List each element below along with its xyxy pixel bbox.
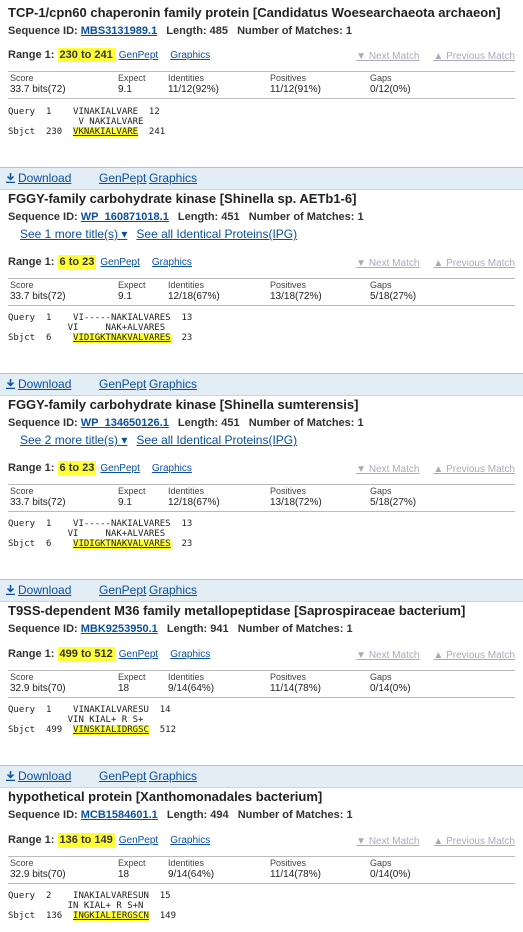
download-icon [6, 173, 15, 183]
range-line: Range 1: 499 to 512 GenPept Graphics [8, 647, 211, 661]
sequence-id-link[interactable]: MCB1584601.1 [81, 809, 158, 821]
sequence-id-link[interactable]: MBK9253950.1 [81, 623, 158, 635]
sequence-id-link[interactable]: WP_160871018.1 [81, 211, 169, 223]
more-titles-line: See 1 more title(s) ▾ See all Identical P… [20, 227, 297, 241]
next-match-link[interactable]: ▼ Next Match [356, 464, 419, 475]
range-line: Range 1: 230 to 241 GenPept Graphics [8, 48, 211, 62]
next-match-link[interactable]: ▼ Next Match [356, 650, 419, 661]
download-link[interactable]: Download [6, 377, 71, 391]
previous-match-link[interactable]: ▲ Previous Match [433, 464, 515, 475]
sequence-id-link[interactable]: MBS3131989.1 [81, 25, 157, 37]
hit-toolbar: Download GenPept Graphics [0, 579, 523, 602]
stats-table: Score Expect Identities Positives Gaps 3… [8, 484, 515, 512]
sequence-info: Sequence ID: WP_160871018.1 Length: 451 … [8, 211, 364, 223]
range-link[interactable]: 230 to 241 [57, 48, 115, 62]
previous-match-link[interactable]: ▲ Previous Match [433, 51, 515, 62]
genpept-link[interactable]: GenPept [99, 171, 146, 185]
range-link[interactable]: 499 to 512 [57, 647, 115, 661]
genpept-link[interactable]: GenPept [99, 583, 146, 597]
stats-table: Score Expect Identities Positives Gaps 3… [8, 856, 515, 884]
alignment: Query 2 INAKIALVARESUN 15 IN KIAL+ R S+N… [8, 891, 177, 921]
blast-results-page: TCP-1/cpn60 chaperonin family protein [C… [0, 0, 523, 932]
download-icon [6, 771, 15, 781]
genpept-link[interactable]: GenPept [99, 377, 146, 391]
next-match-link[interactable]: ▼ Next Match [356, 51, 419, 62]
range-link[interactable]: 136 to 149 [57, 833, 115, 847]
range-link[interactable]: 6 to 23 [57, 461, 97, 475]
hit-toolbar: Download GenPept Graphics [0, 373, 523, 396]
next-match-link[interactable]: ▼ Next Match [356, 258, 419, 269]
hit-title: hypothetical protein [Xanthomonadales ba… [8, 789, 323, 804]
match-nav: ▼ Next Match ▲ Previous Match [342, 464, 515, 475]
sequence-info: Sequence ID: MBS3131989.1 Length: 485 Nu… [8, 25, 353, 37]
graphics-link[interactable]: Graphics [170, 50, 210, 61]
hit-toolbar: Download GenPept Graphics [0, 765, 523, 788]
more-titles-link[interactable]: See 1 more title(s) ▾ [20, 227, 127, 241]
sequence-info: Sequence ID: MBK9253950.1 Length: 941 Nu… [8, 623, 353, 635]
identical-proteins-link[interactable]: See all Identical Proteins(IPG) [136, 433, 297, 447]
match-nav: ▼ Next Match ▲ Previous Match [342, 650, 515, 661]
stats-table: Score Expect Identities Positives Gaps 3… [8, 278, 515, 306]
next-match-link[interactable]: ▼ Next Match [356, 836, 419, 847]
match-nav: ▼ Next Match ▲ Previous Match [342, 51, 515, 62]
more-titles-link[interactable]: See 2 more title(s) ▾ [20, 433, 127, 447]
genpept-link[interactable]: GenPept [119, 835, 158, 846]
genpept-link[interactable]: GenPept [100, 463, 139, 474]
genpept-link[interactable]: GenPept [119, 649, 158, 660]
download-icon [6, 379, 15, 389]
download-link[interactable]: Download [6, 171, 71, 185]
graphics-link[interactable]: Graphics [170, 835, 210, 846]
match-nav: ▼ Next Match ▲ Previous Match [342, 258, 515, 269]
graphics-link[interactable]: Graphics [152, 463, 192, 474]
hit-title: FGGY-family carbohydrate kinase [Shinell… [8, 191, 357, 206]
sequence-info: Sequence ID: MCB1584601.1 Length: 494 Nu… [8, 809, 353, 821]
alignment: Query 1 VINAKIALVARE 12 V NAKIALVARE Sbj… [8, 107, 166, 137]
genpept-link[interactable]: GenPept [100, 257, 139, 268]
alignment: Query 1 VI-----NAKIALVARES 13 VI NAK+ALV… [8, 519, 193, 549]
stats-table: Score Expect Identities Positives Gaps 3… [8, 71, 515, 99]
graphics-link[interactable]: Graphics [152, 257, 192, 268]
previous-match-link[interactable]: ▲ Previous Match [433, 836, 515, 847]
graphics-link[interactable]: Graphics [149, 583, 197, 597]
graphics-link[interactable]: Graphics [170, 649, 210, 660]
sequence-id-link[interactable]: WP_134650126.1 [81, 417, 169, 429]
match-nav: ▼ Next Match ▲ Previous Match [342, 836, 515, 847]
alignment: Query 1 VINAKIALVARESU 14 VIN KIAL+ R S+… [8, 705, 177, 735]
genpept-link[interactable]: GenPept [99, 769, 146, 783]
range-line: Range 1: 6 to 23 GenPept Graphics [8, 461, 192, 475]
stats-table: Score Expect Identities Positives Gaps 3… [8, 670, 515, 698]
previous-match-link[interactable]: ▲ Previous Match [433, 258, 515, 269]
download-link[interactable]: Download [6, 769, 71, 783]
more-titles-line: See 2 more title(s) ▾ See all Identical P… [20, 433, 297, 447]
identical-proteins-link[interactable]: See all Identical Proteins(IPG) [136, 227, 297, 241]
previous-match-link[interactable]: ▲ Previous Match [433, 650, 515, 661]
download-link[interactable]: Download [6, 583, 71, 597]
genpept-link[interactable]: GenPept [119, 50, 158, 61]
alignment: Query 1 VI-----NAKIALVARES 13 VI NAK+ALV… [8, 313, 193, 343]
graphics-link[interactable]: Graphics [149, 769, 197, 783]
download-icon [6, 585, 15, 595]
range-line: Range 1: 6 to 23 GenPept Graphics [8, 255, 192, 269]
hit-toolbar: Download GenPept Graphics [0, 167, 523, 190]
hit-title: FGGY-family carbohydrate kinase [Shinell… [8, 397, 359, 412]
graphics-link[interactable]: Graphics [149, 171, 197, 185]
hit-title: TCP-1/cpn60 chaperonin family protein [C… [8, 5, 501, 20]
range-line: Range 1: 136 to 149 GenPept Graphics [8, 833, 211, 847]
hit-title: T9SS-dependent M36 family metallopeptida… [8, 603, 466, 618]
range-link[interactable]: 6 to 23 [57, 255, 97, 269]
sequence-info: Sequence ID: WP_134650126.1 Length: 451 … [8, 417, 364, 429]
graphics-link[interactable]: Graphics [149, 377, 197, 391]
